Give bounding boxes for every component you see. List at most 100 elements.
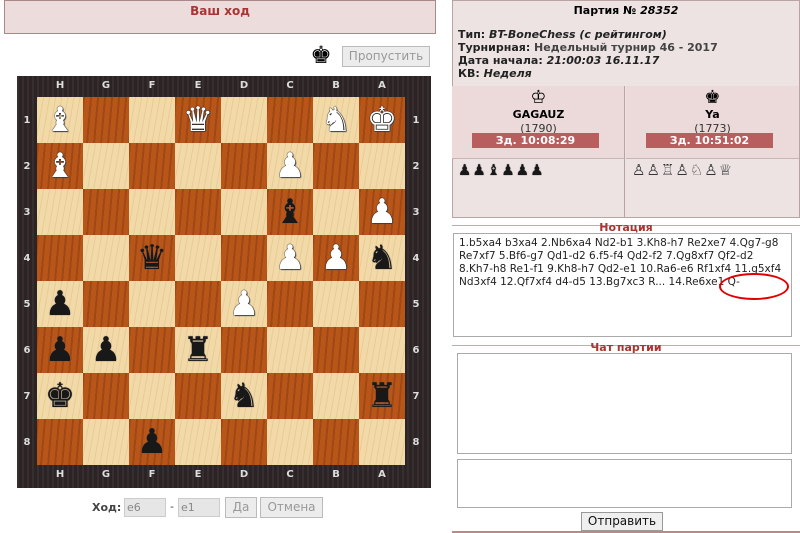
player-white-name[interactable]: GAGAUZ [452, 108, 625, 121]
player-white-clock: Зд. 10:08:29 [472, 133, 599, 148]
black-rook-a7[interactable]: ♜ [359, 373, 405, 419]
black-knight-a4[interactable]: ♞ [359, 235, 405, 281]
tournament-line: Турнирная: Недельный турнир 46 - 2017 [458, 41, 718, 54]
square-a5[interactable] [359, 281, 405, 327]
black-pawn-f8[interactable]: ♟ [129, 419, 175, 465]
move-separator: - [170, 500, 174, 513]
black-knight-d7[interactable]: ♞ [221, 373, 267, 419]
white-knight-b1[interactable]: ♞ [313, 97, 359, 143]
square-g4[interactable] [83, 235, 129, 281]
white-king-a1[interactable]: ♚ [359, 97, 405, 143]
square-d4[interactable] [221, 235, 267, 281]
rank-label-left-6: 6 [23, 345, 31, 356]
cancel-move-button[interactable]: Отмена [260, 497, 323, 518]
file-label-top-h: H [55, 80, 65, 91]
black-rook-e6[interactable]: ♜ [175, 327, 221, 373]
square-e2[interactable] [175, 143, 221, 189]
square-c6[interactable] [267, 327, 313, 373]
square-f6[interactable] [129, 327, 175, 373]
square-d6[interactable] [221, 327, 267, 373]
white-queen-e1[interactable]: ♛ [175, 97, 221, 143]
square-c7[interactable] [267, 373, 313, 419]
square-b3[interactable] [313, 189, 359, 235]
control-value: Неделя [483, 67, 532, 80]
move-to-input[interactable]: e1 [178, 498, 220, 517]
square-f5[interactable] [129, 281, 175, 327]
square-b6[interactable] [313, 327, 359, 373]
skip-button[interactable]: Пропустить [342, 46, 430, 67]
white-pawn-c2[interactable]: ♟ [267, 143, 313, 189]
rank-label-left-4: 4 [23, 253, 31, 264]
square-g2[interactable] [83, 143, 129, 189]
square-e8[interactable] [175, 419, 221, 465]
rank-label-left-7: 7 [23, 391, 31, 402]
square-d8[interactable] [221, 419, 267, 465]
square-h4[interactable] [37, 235, 83, 281]
square-a8[interactable] [359, 419, 405, 465]
square-b8[interactable] [313, 419, 359, 465]
square-g8[interactable] [83, 419, 129, 465]
move-from-input[interactable]: e6 [124, 498, 166, 517]
square-g3[interactable] [83, 189, 129, 235]
move-label: Ход: [92, 501, 122, 514]
black-pawn-h5[interactable]: ♟ [37, 281, 83, 327]
square-g7[interactable] [83, 373, 129, 419]
black-queen-f4[interactable]: ♛ [129, 235, 175, 281]
square-f3[interactable] [129, 189, 175, 235]
file-label-bottom-b: B [332, 469, 340, 480]
file-label-bottom-g: G [101, 469, 111, 480]
square-d2[interactable] [221, 143, 267, 189]
start-date-label: Дата начала: [458, 54, 547, 67]
white-pawn-a3[interactable]: ♟ [359, 189, 405, 235]
black-pawn-h6[interactable]: ♟ [37, 327, 83, 373]
square-h3[interactable] [37, 189, 83, 235]
rank-label-right-2: 2 [412, 161, 420, 172]
white-pawn-d5[interactable]: ♟ [221, 281, 267, 327]
black-king-h7[interactable]: ♚ [37, 373, 83, 419]
rank-label-right-5: 5 [412, 299, 420, 310]
square-e7[interactable] [175, 373, 221, 419]
start-date-line: Дата начала: 21:00:03 16.11.17 [458, 54, 659, 67]
square-b7[interactable] [313, 373, 359, 419]
square-e3[interactable] [175, 189, 221, 235]
square-d3[interactable] [221, 189, 267, 235]
square-a6[interactable] [359, 327, 405, 373]
square-g5[interactable] [83, 281, 129, 327]
game-type-label: Тип: [458, 28, 490, 41]
file-label-top-f: F [148, 80, 156, 91]
square-e5[interactable] [175, 281, 221, 327]
square-e4[interactable] [175, 235, 221, 281]
player-black-clock: Зд. 10:51:02 [646, 133, 773, 148]
square-c5[interactable] [267, 281, 313, 327]
square-h8[interactable] [37, 419, 83, 465]
player-black-captured-pieces: ♙♙♖♙♘♙♕ [632, 161, 734, 179]
player-black-card: ♚ Ya (1773) Зд. 10:51:02 ♙♙♖♙♘♙♕ [626, 86, 799, 218]
white-pawn-c4[interactable]: ♟ [267, 235, 313, 281]
square-d1[interactable] [221, 97, 267, 143]
square-f7[interactable] [129, 373, 175, 419]
black-king-icon: ♚ [704, 87, 721, 108]
square-c8[interactable] [267, 419, 313, 465]
square-b2[interactable] [313, 143, 359, 189]
player-white-card: ♔ GAGAUZ (1790) Зд. 10:08:29 ♟♟♝♟♟♟ [452, 86, 625, 218]
black-bishop-c3[interactable]: ♝ [267, 189, 313, 235]
square-c1[interactable] [267, 97, 313, 143]
white-bishop-h1[interactable]: ♝ [37, 97, 83, 143]
white-king-icon: ♔ [530, 87, 547, 108]
white-bishop-h2[interactable]: ♝ [37, 143, 83, 189]
file-label-bottom-f: F [148, 469, 156, 480]
black-pawn-g6[interactable]: ♟ [83, 327, 129, 373]
start-date-value: 21:00:03 16.11.17 [546, 54, 660, 67]
square-b5[interactable] [313, 281, 359, 327]
square-f1[interactable] [129, 97, 175, 143]
tournament-value[interactable]: Недельный турнир 46 - 2017 [534, 41, 718, 54]
square-a2[interactable] [359, 143, 405, 189]
chat-input[interactable] [457, 459, 792, 508]
white-pawn-b4[interactable]: ♟ [313, 235, 359, 281]
chat-messages-box[interactable] [457, 353, 792, 454]
confirm-move-button[interactable]: Да [225, 497, 257, 518]
send-button[interactable]: Отправить [581, 512, 663, 531]
player-black-name[interactable]: Ya [626, 108, 799, 121]
square-f2[interactable] [129, 143, 175, 189]
square-g1[interactable] [83, 97, 129, 143]
